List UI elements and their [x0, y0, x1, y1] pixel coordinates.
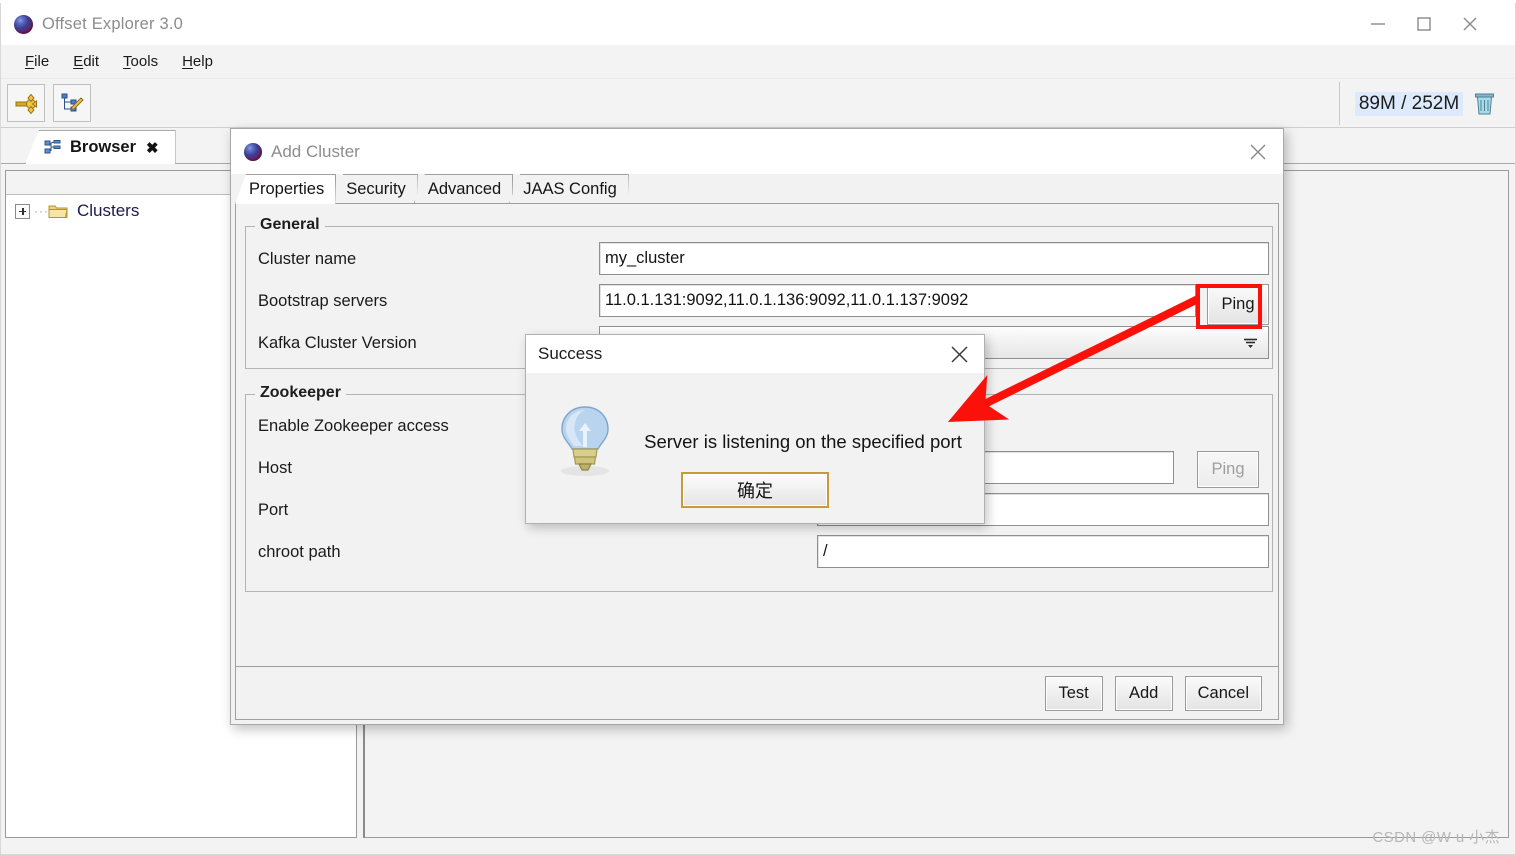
- menu-help-accel: H: [182, 53, 193, 70]
- minimize-icon[interactable]: [1355, 3, 1401, 45]
- tab-browser-label: Browser: [70, 138, 137, 156]
- tab-advanced[interactable]: Advanced: [414, 174, 513, 203]
- bootstrap-servers-label: Bootstrap servers: [258, 292, 388, 310]
- menu-edit[interactable]: Edit: [61, 49, 111, 74]
- bootstrap-servers-input[interactable]: 11.0.1.131:9092,11.0.1.136:9092,11.0.1.1…: [599, 284, 1196, 317]
- tab-browser-close-icon[interactable]: ✖: [146, 139, 159, 157]
- menu-help[interactable]: Help: [170, 49, 225, 74]
- menu-file-accel: F: [25, 53, 35, 70]
- tab-security-label: Security: [346, 179, 406, 198]
- zookeeper-ping-button[interactable]: Ping: [1197, 451, 1259, 488]
- dialog-tabstrip: Properties Security Advanced JAAS Config: [235, 174, 1279, 204]
- window-titlebar: Offset Explorer 3.0: [1, 3, 1515, 45]
- menu-file[interactable]: File: [13, 49, 61, 74]
- tree-connector: ···: [34, 204, 49, 218]
- menu-tools-accel: T: [123, 53, 131, 70]
- memory-text: 89M / 252M: [1354, 91, 1464, 116]
- cluster-name-input[interactable]: my_cluster: [599, 242, 1269, 275]
- success-message-text: Server is listening on the specified por…: [644, 431, 962, 452]
- tab-properties-label: Properties: [249, 179, 325, 198]
- toolbar: 89M / 252M: [1, 79, 1515, 128]
- ok-button[interactable]: 确定: [681, 472, 829, 508]
- menu-edit-accel: E: [73, 53, 84, 70]
- menu-tools-label: ools: [130, 53, 159, 70]
- dialog-close-icon[interactable]: [1247, 141, 1269, 163]
- ping-button[interactable]: Ping: [1207, 284, 1269, 325]
- maximize-icon[interactable]: [1401, 3, 1447, 45]
- test-button[interactable]: Test: [1044, 675, 1103, 711]
- menu-edit-label: dit: [83, 53, 100, 70]
- kafka-cluster-version-label: Kafka Cluster Version: [258, 334, 417, 352]
- menubar: File Edit Tools Help: [1, 45, 1515, 79]
- menu-tools[interactable]: Tools: [111, 49, 170, 74]
- cluster-name-label: Cluster name: [258, 250, 357, 268]
- tab-jaas-config[interactable]: JAAS Config: [509, 174, 629, 203]
- success-dialog: Success Server is listening on the speci…: [525, 334, 985, 524]
- tab-browser[interactable]: Browser ✖: [25, 130, 176, 164]
- tree-expander-icon[interactable]: [15, 203, 30, 219]
- window-controls: [1355, 3, 1515, 45]
- dialog-footer: Test Add Cancel: [235, 666, 1279, 720]
- tree-node-clusters[interactable]: Clusters: [77, 201, 139, 221]
- chevron-down-icon: [1244, 338, 1257, 348]
- window-title: Offset Explorer 3.0: [42, 14, 184, 33]
- add-button[interactable]: Add: [1114, 675, 1173, 711]
- tree-view-icon: [44, 140, 61, 154]
- success-dialog-titlebar: Success: [526, 335, 984, 373]
- folder-icon: [48, 205, 68, 218]
- general-group-legend: General: [255, 216, 325, 234]
- sphere-logo-icon: [14, 14, 33, 34]
- edit-tree-icon[interactable]: [53, 84, 91, 122]
- menu-help-label: elp: [192, 53, 213, 70]
- chroot-path-input[interactable]: /: [817, 535, 1269, 568]
- tab-properties[interactable]: Properties: [235, 174, 336, 204]
- enable-zookeeper-access-label: Enable Zookeeper access: [258, 417, 449, 435]
- tab-security[interactable]: Security: [332, 174, 418, 203]
- success-dialog-body: Server is listening on the specified por…: [526, 373, 984, 525]
- lightbulb-icon: [561, 406, 609, 476]
- close-icon[interactable]: [1447, 3, 1493, 45]
- success-dialog-close-icon[interactable]: [949, 344, 970, 365]
- watermark: CSDN @W u 小杰: [1372, 829, 1500, 846]
- cancel-button[interactable]: Cancel: [1184, 675, 1262, 711]
- menu-file-label: ile: [34, 53, 50, 70]
- zookeeper-group-legend: Zookeeper: [255, 384, 346, 402]
- tab-jaas-config-label: JAAS Config: [523, 179, 617, 198]
- add-cluster-icon[interactable]: [7, 84, 45, 122]
- dialog-titlebar: Add Cluster: [231, 129, 1283, 174]
- zookeeper-host-label: Host: [258, 459, 292, 477]
- dialog-title: Add Cluster: [271, 141, 360, 161]
- trash-icon[interactable]: [1473, 91, 1496, 117]
- sphere-logo-icon: [244, 142, 262, 161]
- tab-advanced-label: Advanced: [427, 179, 502, 198]
- chroot-path-label: chroot path: [258, 543, 341, 561]
- success-dialog-title: Success: [538, 344, 603, 363]
- screen-root: Offset Explorer 3.0 File Edit Tools Help: [0, 0, 1516, 855]
- memory-indicator[interactable]: 89M / 252M: [1339, 82, 1511, 125]
- zookeeper-port-label: Port: [258, 501, 289, 519]
